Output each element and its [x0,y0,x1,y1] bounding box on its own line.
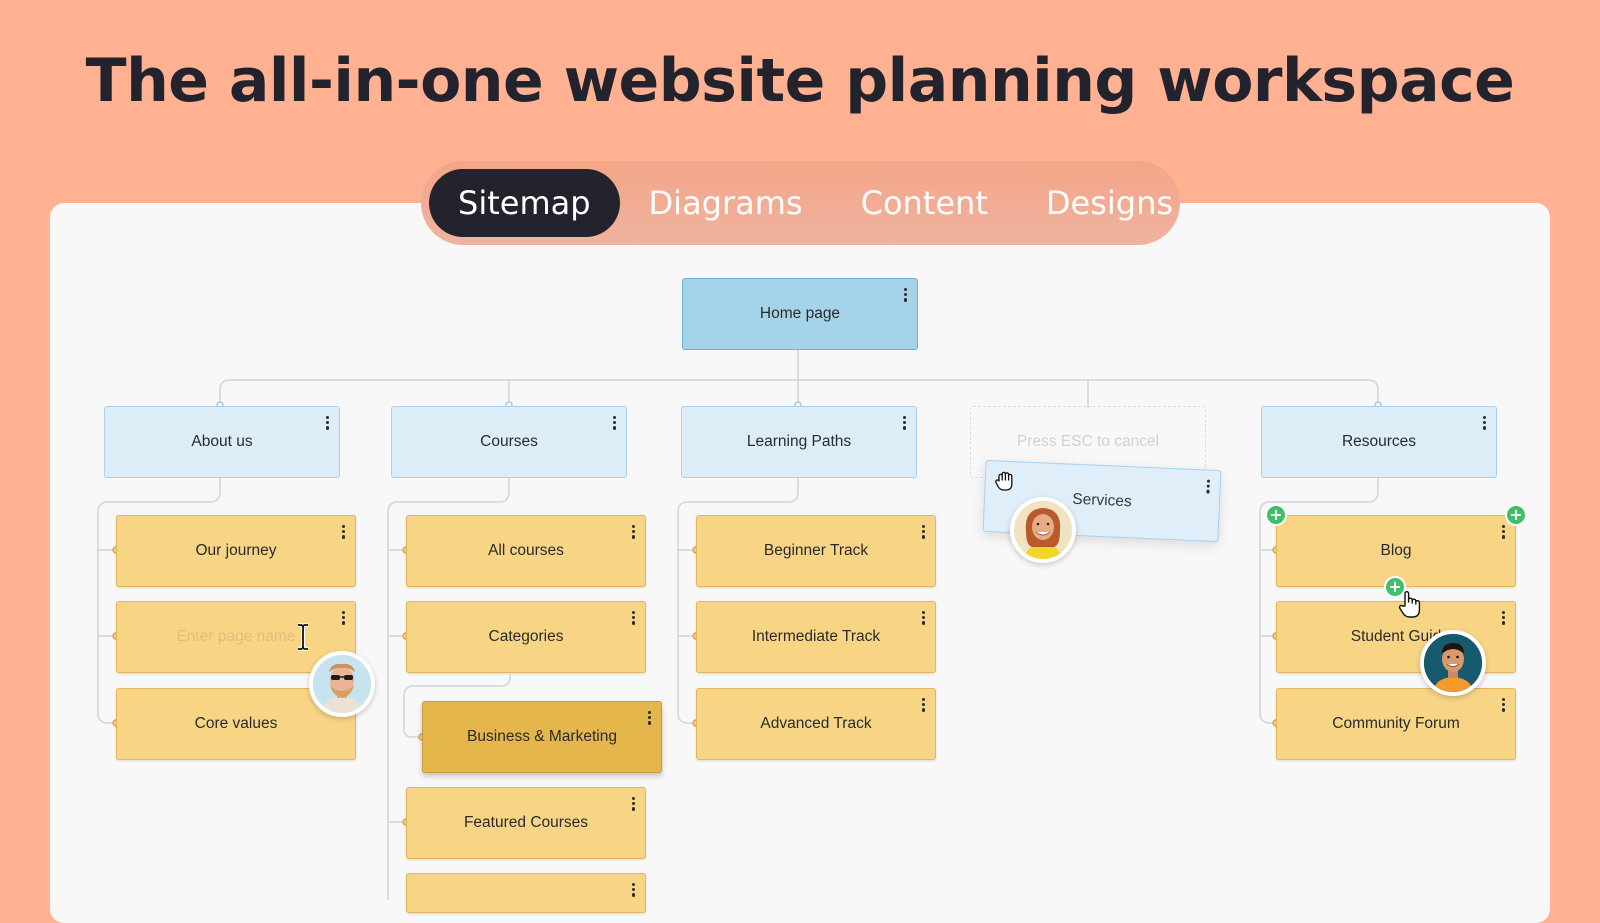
node-label: Featured Courses [463,814,589,831]
more-vertical-icon[interactable] [1206,479,1211,494]
node-label: All courses [488,542,564,559]
drop-hint: Press ESC to cancel [1016,433,1160,450]
more-vertical-icon[interactable] [648,711,652,725]
node-home-page[interactable]: Home page [682,278,918,350]
page-name-input[interactable]: Enter page name [177,628,296,646]
node-label: Beginner Track [763,542,869,559]
tab-content[interactable]: Content [832,169,1017,237]
more-vertical-icon[interactable] [342,611,346,625]
node-business-marketing[interactable]: Business & Marketing [422,701,662,773]
avatar [309,651,375,717]
more-vertical-icon[interactable] [613,416,617,430]
node-categories[interactable]: Categories [406,601,646,673]
node-our-journey[interactable]: Our journey [116,515,356,587]
tab-sitemap[interactable]: Sitemap [429,169,620,237]
tab-diagrams[interactable]: Diagrams [620,169,832,237]
more-vertical-icon[interactable] [326,416,330,430]
node-label: About us [191,433,253,450]
node-beginner-track[interactable]: Beginner Track [696,515,936,587]
node-community-forum[interactable]: Community Forum [1276,688,1516,760]
more-vertical-icon[interactable] [1483,416,1487,430]
more-vertical-icon[interactable] [922,525,926,539]
more-vertical-icon[interactable] [1502,698,1506,712]
node-label: Resources [1341,433,1417,450]
node-learning-paths[interactable]: Learning Paths [681,406,917,478]
avatar [1010,497,1076,563]
more-vertical-icon[interactable] [632,797,636,811]
avatar [1420,630,1486,696]
node-label: Blog [1380,542,1412,559]
more-vertical-icon[interactable] [904,288,908,302]
node-label: Home page [759,305,841,322]
node-label: Advanced Track [760,715,872,732]
node-label: Intermediate Track [751,628,881,645]
more-vertical-icon[interactable] [1502,525,1506,539]
node-about-us[interactable]: About us [104,406,340,478]
node-label: Core values [194,715,278,732]
node-label: Our journey [195,542,277,559]
plus-icon[interactable]: + [1507,506,1525,524]
node-label: Learning Paths [746,433,852,450]
node-all-courses[interactable]: All courses [406,515,646,587]
text-cursor-icon [298,623,308,651]
node-label: Services [1071,490,1133,511]
more-vertical-icon[interactable] [632,883,636,897]
node-courses-page-5[interactable] [406,873,646,913]
node-advanced-track[interactable]: Advanced Track [696,688,936,760]
more-vertical-icon[interactable] [903,416,907,430]
more-vertical-icon[interactable] [632,611,636,625]
node-label: Community Forum [1332,715,1460,732]
node-featured-courses[interactable]: Featured Courses [406,787,646,859]
node-resources[interactable]: Resources [1261,406,1497,478]
more-vertical-icon[interactable] [922,698,926,712]
more-vertical-icon[interactable] [632,525,636,539]
node-label: Courses [480,433,538,450]
more-vertical-icon[interactable] [1502,611,1506,625]
view-tabs: Sitemap Diagrams Content Designs [421,161,1180,245]
node-label: Categories [488,628,564,645]
tab-designs[interactable]: Designs [1017,169,1202,237]
more-vertical-icon[interactable] [922,611,926,625]
pointer-hand-icon [1398,591,1421,618]
plus-icon[interactable]: + [1267,506,1285,524]
more-vertical-icon[interactable] [342,525,346,539]
node-courses[interactable]: Courses [391,406,627,478]
grab-hand-icon [995,471,1013,491]
node-label: Business & Marketing [467,728,617,745]
node-intermediate-track[interactable]: Intermediate Track [696,601,936,673]
